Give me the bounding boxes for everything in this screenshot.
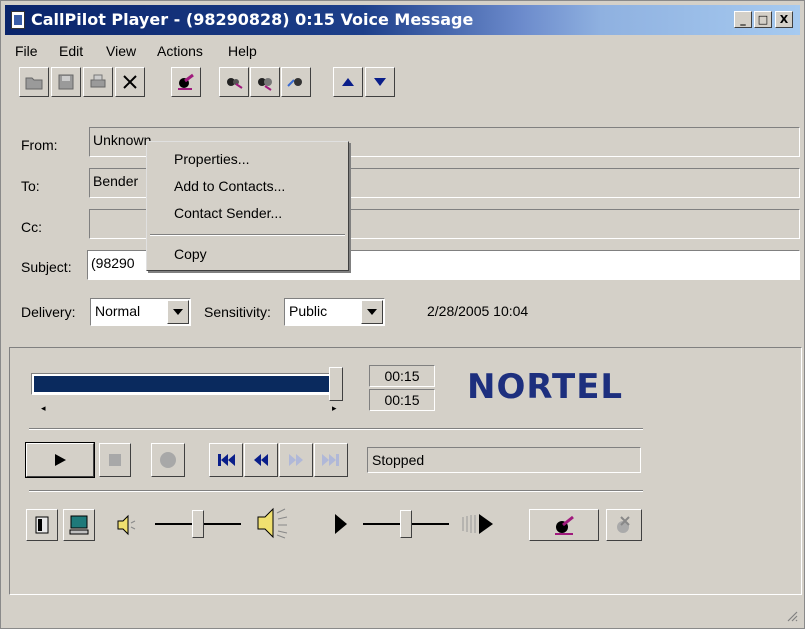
forward-button[interactable] — [250, 67, 280, 97]
progress-bar[interactable] — [31, 373, 343, 395]
next-message-icon — [374, 78, 386, 86]
chevron-down-icon[interactable] — [167, 300, 189, 324]
menu-file[interactable]: File — [15, 43, 38, 59]
context-contact-sender[interactable]: Contact Sender... — [174, 205, 282, 221]
print-button[interactable] — [83, 67, 113, 97]
context-add-to-contacts[interactable]: Add to Contacts... — [174, 178, 285, 194]
rewind-button[interactable] — [244, 443, 278, 477]
chevron-down-icon[interactable] — [361, 300, 383, 324]
callpilot-window: CallPilot Player - (98290828) 0:15 Voice… — [0, 0, 805, 629]
to-label: To: — [21, 178, 40, 194]
menu-actions[interactable]: Actions — [157, 43, 203, 59]
nortel-logo: NORTEL — [467, 367, 624, 407]
delete-icon — [123, 75, 137, 89]
context-properties[interactable]: Properties... — [174, 151, 249, 167]
save-button[interactable] — [51, 67, 81, 97]
context-separator — [150, 234, 345, 236]
skip-to-start-icon — [218, 454, 235, 466]
reply-button[interactable] — [171, 67, 201, 97]
previous-message-icon — [342, 78, 354, 86]
minimize-button[interactable]: _ — [734, 11, 752, 28]
title-bar[interactable]: CallPilot Player - (98290828) 0:15 Voice… — [5, 5, 800, 35]
telephone-icon — [35, 516, 49, 534]
computer-icon — [69, 515, 89, 535]
progress-end-marker: ▸ — [332, 403, 337, 413]
open-folder-button[interactable] — [19, 67, 49, 97]
reply-all-button[interactable] — [219, 67, 249, 97]
fast-forward-icon — [289, 454, 303, 466]
next-message-button[interactable] — [365, 67, 395, 97]
volume-slider-thumb[interactable] — [192, 510, 204, 538]
progress-fill — [34, 376, 340, 392]
play-icon — [55, 454, 66, 466]
menu-help[interactable]: Help — [228, 43, 257, 59]
play-button[interactable] — [25, 442, 95, 478]
from-label: From: — [21, 137, 58, 153]
app-icon[interactable] — [11, 11, 25, 29]
forward-icon — [258, 78, 272, 91]
volume-high-icon — [257, 507, 288, 539]
record-button[interactable] — [151, 443, 185, 477]
call-sender-button[interactable] — [529, 509, 599, 541]
skip-to-start-button[interactable] — [209, 443, 243, 477]
progress-thumb[interactable] — [329, 367, 343, 401]
forward-all-button[interactable] — [281, 67, 311, 97]
record-icon — [160, 452, 176, 468]
menu-view[interactable]: View — [106, 43, 136, 59]
delivery-select[interactable]: Normal — [90, 298, 191, 326]
menu-edit[interactable]: Edit — [59, 43, 83, 59]
sensitivity-label: Sensitivity: — [204, 304, 271, 320]
skip-to-end-icon — [322, 454, 339, 466]
maximize-button[interactable]: □ — [754, 11, 772, 28]
total-time: 00:15 — [369, 389, 435, 411]
delete-button[interactable] — [115, 67, 145, 97]
save-icon — [58, 74, 74, 90]
context-menu: Properties... Add to Contacts... Contact… — [146, 141, 349, 271]
print-icon — [90, 74, 106, 88]
rewind-icon — [254, 454, 268, 466]
reply-all-icon — [227, 78, 243, 89]
resize-grip-icon[interactable] — [786, 610, 798, 622]
delivery-value: Normal — [95, 303, 141, 319]
disconnect-call-button[interactable] — [606, 509, 642, 541]
playback-status: Stopped — [367, 447, 641, 473]
player-separator — [29, 490, 643, 492]
sensitivity-value: Public — [289, 303, 328, 319]
disconnect-call-icon — [617, 516, 630, 533]
delivery-label: Delivery: — [21, 304, 76, 320]
speed-slider-thumb[interactable] — [400, 510, 412, 538]
speed-fast-icon — [462, 514, 493, 534]
telephone-output-button[interactable] — [26, 509, 58, 541]
player-separator — [29, 428, 643, 430]
cc-label: Cc: — [21, 219, 42, 235]
call-sender-icon — [555, 515, 574, 535]
fast-forward-button[interactable] — [279, 443, 313, 477]
skip-to-end-button[interactable] — [314, 443, 348, 477]
window-title: CallPilot Player - (98290828) 0:15 Voice… — [31, 10, 474, 29]
elapsed-time: 00:15 — [369, 365, 435, 387]
progress-start-marker: ◂ — [41, 403, 46, 413]
open-folder-icon — [25, 77, 43, 90]
computer-output-button[interactable] — [63, 509, 95, 541]
context-copy[interactable]: Copy — [174, 246, 207, 262]
stop-button[interactable] — [99, 443, 131, 477]
speed-slow-icon — [335, 514, 347, 534]
subject-label: Subject: — [21, 259, 72, 275]
sensitivity-select[interactable]: Public — [284, 298, 385, 326]
reply-icon — [178, 73, 194, 90]
close-button[interactable]: X — [775, 11, 793, 28]
volume-low-icon — [117, 514, 136, 536]
message-datetime: 2/28/2005 10:04 — [427, 303, 529, 319]
previous-message-button[interactable] — [333, 67, 363, 97]
forward-all-icon — [287, 78, 302, 87]
stop-icon — [109, 454, 121, 466]
